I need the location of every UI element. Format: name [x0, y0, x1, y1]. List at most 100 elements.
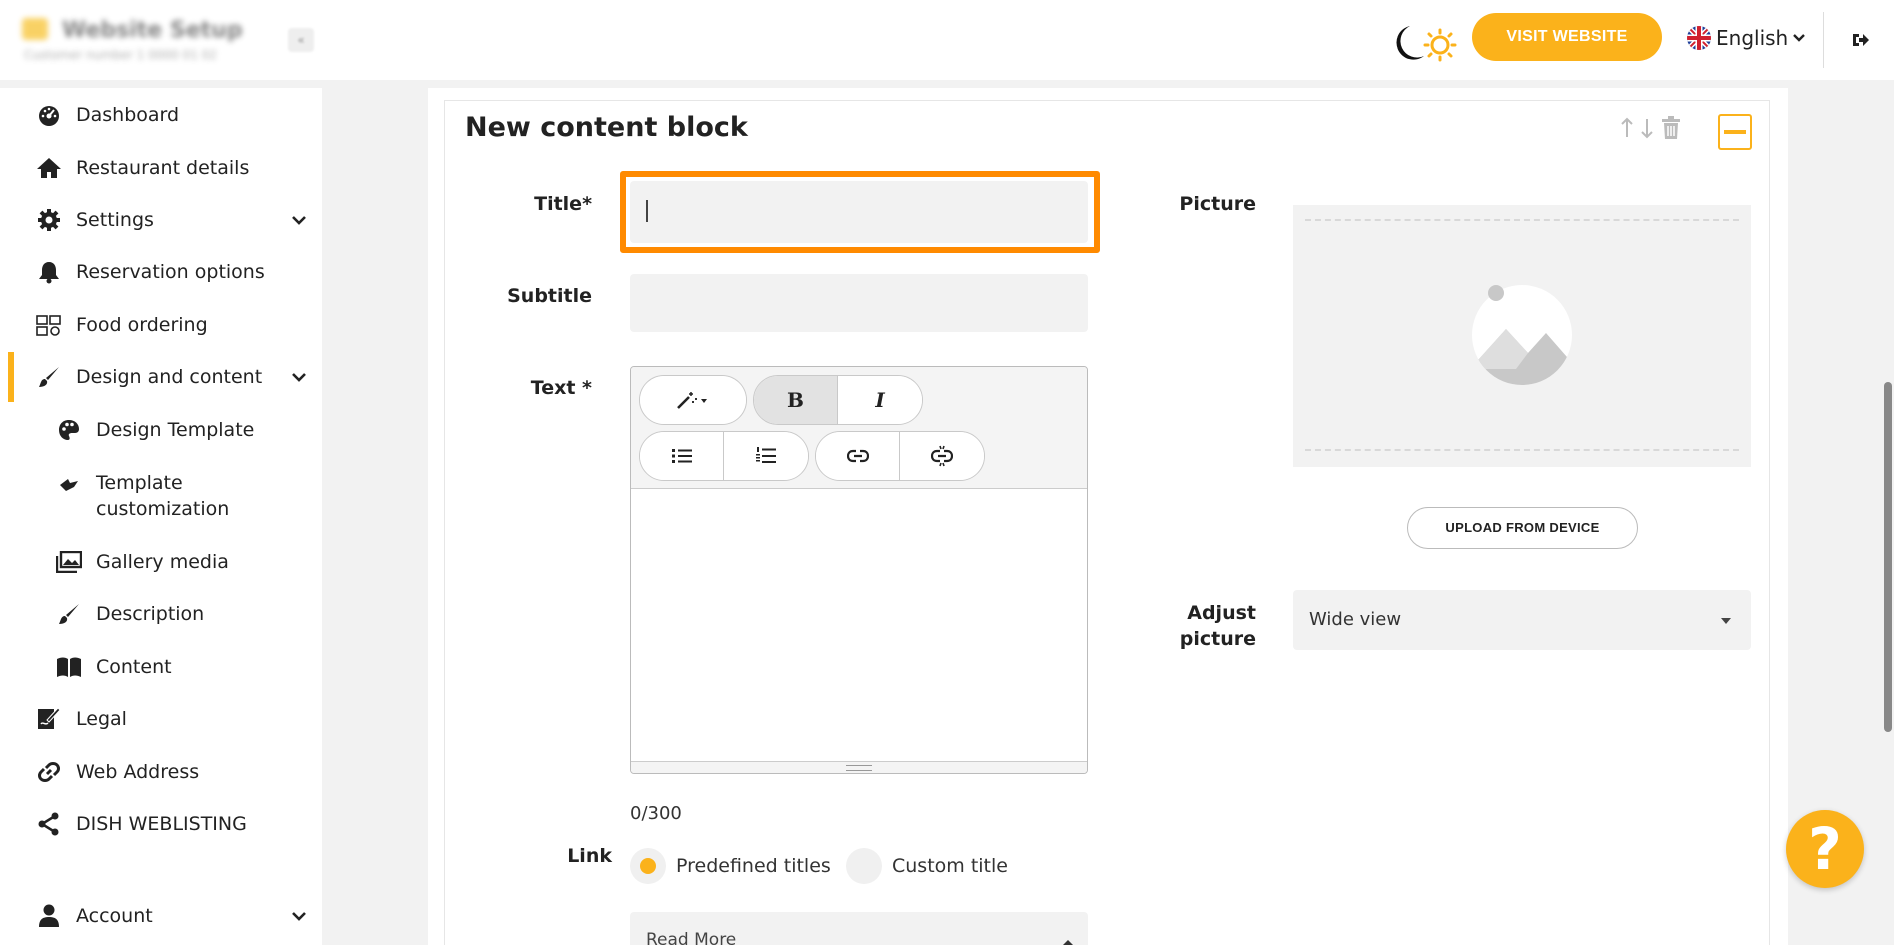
sidebar-item-design-and-content[interactable]: Design and content — [0, 357, 322, 397]
insert-link-button[interactable] — [816, 432, 900, 480]
editor-resize-handle[interactable] — [631, 761, 1087, 773]
sidebar-item-content[interactable]: Content — [0, 647, 322, 687]
sidebar-item-label: Description — [96, 603, 205, 625]
collapse-block-button[interactable] — [1718, 114, 1752, 150]
subtitle-label: Subtitle — [507, 285, 592, 307]
italic-button[interactable]: I — [838, 376, 922, 424]
radio-custom-title[interactable]: Custom title — [846, 848, 1008, 884]
sidebar-item-label: Template customization — [96, 472, 230, 520]
language-selector[interactable]: English — [1686, 22, 1806, 54]
sidebar-item-label: DISH WEBLISTING — [76, 813, 247, 835]
sidebar-item-dish-weblisting[interactable]: DISH WEBLISTING — [0, 804, 322, 844]
palette-icon — [56, 417, 82, 443]
minus-icon — [1724, 130, 1746, 134]
dashed-border — [1305, 449, 1739, 451]
editor-toolbar: B I — [631, 367, 1087, 489]
share-icon — [36, 811, 62, 837]
brush-icon — [56, 601, 82, 627]
text-label: Text * — [530, 377, 592, 399]
unlink-icon — [931, 445, 953, 467]
title-input[interactable] — [630, 181, 1088, 243]
sidebar-item-account[interactable]: Account — [0, 896, 322, 936]
link-label: Link — [567, 845, 612, 867]
sidebar-item-legal[interactable]: Legal — [0, 699, 322, 739]
template-customization-icon — [56, 472, 82, 498]
theme-toggle[interactable] — [1384, 22, 1460, 64]
dashboard-icon — [36, 102, 62, 128]
radio-predefined-titles[interactable]: Predefined titles — [630, 848, 831, 884]
radio-label: Custom title — [892, 855, 1008, 877]
image-placeholder-icon — [1472, 285, 1572, 385]
sidebar-item-label: Gallery media — [96, 551, 229, 573]
bullet-list-button[interactable] — [640, 432, 724, 480]
trash-icon[interactable] — [1660, 116, 1682, 140]
magic-style-button[interactable] — [640, 376, 746, 424]
select-value: Wide view — [1309, 609, 1402, 630]
subtitle-input[interactable] — [630, 274, 1088, 332]
radio-label: Predefined titles — [676, 855, 831, 877]
rich-text-editor: B I — [630, 366, 1088, 774]
bullet-list-icon — [671, 449, 692, 463]
sidebar-item-web-address[interactable]: Web Address — [0, 752, 322, 792]
remove-link-button[interactable] — [900, 432, 984, 480]
help-button[interactable]: ? — [1786, 810, 1864, 888]
user-icon — [36, 903, 62, 929]
uk-flag-icon — [1687, 26, 1711, 50]
app-title: Website Setup — [62, 18, 243, 43]
picture-label: Picture — [1179, 193, 1256, 215]
sidebar-item-food-ordering[interactable]: Food ordering — [0, 305, 322, 345]
sidebar-item-reservation-options[interactable]: Reservation options — [0, 252, 322, 292]
food-ordering-icon — [36, 312, 62, 338]
sidebar-item-label: Account — [76, 905, 153, 927]
link-title-select[interactable]: Read More — [630, 912, 1088, 945]
sidebar-item-label: Content — [96, 656, 172, 678]
question-icon: ? — [1808, 815, 1842, 883]
sidebar-item-design-template[interactable]: Design Template — [0, 410, 322, 450]
top-header: Website Setup Customer number 1 0000 01 … — [0, 0, 1894, 80]
book-icon — [56, 654, 82, 680]
move-up-icon[interactable] — [1620, 117, 1634, 139]
picture-dropzone[interactable] — [1293, 205, 1751, 467]
sidebar-item-description[interactable]: Description — [0, 594, 322, 634]
sidebar-item-settings[interactable]: Settings — [0, 200, 322, 240]
block-toolbar — [1620, 116, 1682, 140]
editor-body[interactable] — [631, 489, 1087, 761]
bell-icon — [36, 259, 62, 285]
chevron-down-icon — [292, 912, 306, 921]
logout-button[interactable] — [1844, 24, 1876, 56]
dashed-border — [1305, 219, 1739, 221]
chevron-down-icon — [1793, 34, 1806, 42]
adjust-picture-select[interactable]: Wide view — [1293, 590, 1751, 650]
sidebar-item-label: Design and content — [76, 366, 263, 388]
app-logo: Website Setup Customer number 1 0000 01 … — [22, 14, 262, 66]
upload-from-device-button[interactable]: UPLOAD FROM DEVICE — [1407, 507, 1638, 549]
move-down-icon[interactable] — [1640, 117, 1654, 139]
format-group: B I — [753, 375, 923, 425]
numbered-list-icon — [756, 447, 776, 463]
visit-website-button[interactable]: VISIT WEBSITE — [1472, 13, 1662, 61]
sidebar-item-label: Design Template — [96, 419, 255, 441]
sidebar-item-label: Restaurant details — [76, 157, 250, 179]
chevron-down-icon — [292, 216, 306, 225]
sidebar-item-restaurant-details[interactable]: Restaurant details — [0, 148, 322, 188]
sidebar-item-label: Settings — [76, 209, 154, 231]
link-group — [815, 431, 985, 481]
home-icon — [36, 155, 62, 181]
gallery-icon — [56, 549, 82, 575]
chevron-down-icon — [292, 373, 306, 382]
bold-button[interactable]: B — [754, 376, 838, 424]
app-subtitle: Customer number 1 0000 01 02 — [24, 48, 217, 62]
sidebar-item-label: Food ordering — [76, 314, 208, 336]
grip-icon — [846, 764, 872, 771]
numbered-list-button[interactable] — [724, 432, 808, 480]
legal-icon — [36, 706, 62, 732]
sidebar-item-dashboard[interactable]: Dashboard — [0, 95, 322, 135]
sidebar-item-label: Legal — [76, 708, 127, 730]
scrollbar-thumb[interactable] — [1884, 382, 1892, 732]
sidebar-item-gallery-media[interactable]: Gallery media — [0, 542, 322, 582]
collapse-sidebar-button[interactable]: « — [288, 28, 314, 52]
link-icon — [846, 449, 869, 463]
sidebar-item-template-customization[interactable]: Template customization — [0, 470, 322, 526]
title-label: Title* — [534, 193, 592, 215]
caret-down-icon — [1721, 618, 1731, 624]
